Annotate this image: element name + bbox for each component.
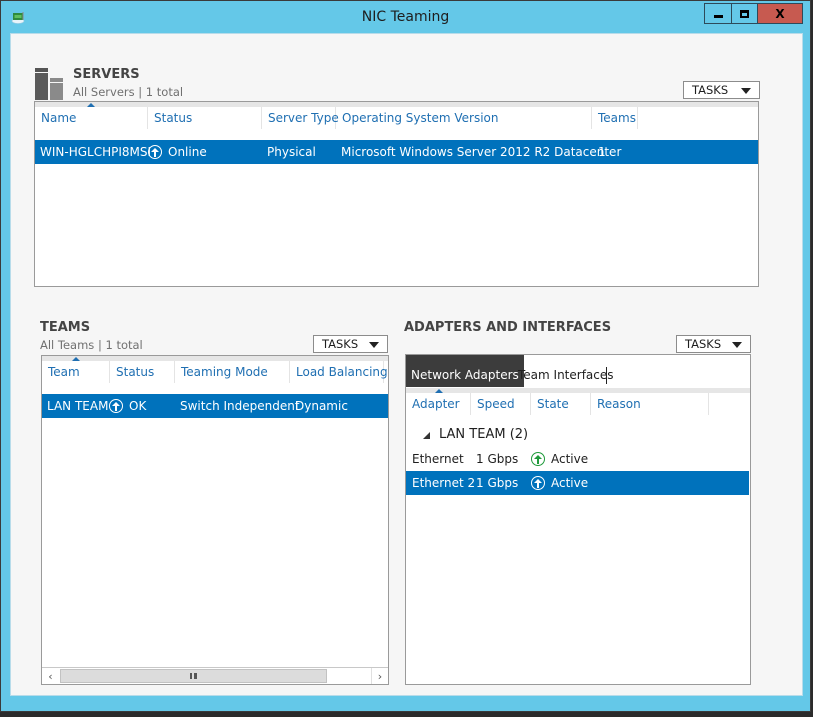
adapters-panel: Network Adapters Team Interfaces Adapter… [405, 354, 751, 685]
team-load-balancing: Dynamic [295, 399, 348, 413]
adapters-header-row: Adapter Speed State Reason [406, 388, 750, 415]
maximize-button[interactable] [731, 3, 758, 24]
client-area: SERVERS All Servers | 1 total TASKS Name… [10, 33, 803, 696]
team-row[interactable]: LAN TEAM OK Switch Independent Dynamic [42, 394, 388, 418]
tasks-label: TASKS [692, 83, 729, 97]
minimize-icon [713, 14, 723, 18]
server-teams-count: 1 [598, 145, 606, 159]
column-header-name[interactable]: Name [35, 103, 148, 129]
column-header-server-type[interactable]: Server Type [262, 107, 339, 129]
adapter-speed: 1 Gbps [476, 452, 519, 466]
teams-title: TEAMS [40, 320, 91, 335]
servers-table: Name Status Server Type Operating System… [34, 101, 759, 287]
teams-subtitle: All Teams | 1 total [40, 338, 143, 352]
column-header-os-version[interactable]: Operating System Version [336, 107, 592, 129]
scroll-right-button[interactable]: › [371, 668, 388, 684]
chevron-down-icon [741, 88, 751, 94]
scroll-thumb[interactable] [60, 669, 327, 683]
chevron-down-icon [732, 342, 742, 348]
column-header-teams[interactable]: Teams [592, 107, 638, 129]
teams-tasks-button[interactable]: TASKS [313, 335, 388, 353]
server-status: Online [148, 140, 207, 164]
column-header-status[interactable]: Status [110, 361, 175, 383]
expand-collapse-icon[interactable] [423, 432, 430, 439]
sort-ascending-icon [435, 389, 443, 393]
sort-ascending-icon [72, 357, 80, 361]
team-status: OK [109, 394, 146, 418]
servers-tasks-button[interactable]: TASKS [683, 81, 760, 99]
team-name: LAN TEAM [47, 399, 109, 413]
servers-subtitle: All Servers | 1 total [73, 85, 184, 99]
servers-title: SERVERS [73, 67, 140, 82]
window-title: NIC Teaming [361, 9, 450, 25]
adapter-name: Ethernet 2 [412, 476, 476, 490]
up-arrow-circle-icon [531, 476, 545, 490]
tasks-label: TASKS [685, 337, 722, 351]
teams-table: Team Status Teaming Mode Load Balancing … [41, 355, 389, 685]
adapters-title: ADAPTERS AND INTERFACES [404, 320, 612, 335]
nic-teaming-window: NIC Teaming X SERVERS All Servers | 1 to… [0, 0, 811, 712]
scroll-left-button[interactable]: ‹ [42, 668, 59, 684]
up-arrow-circle-icon [148, 145, 162, 159]
tab-network-adapters[interactable]: Network Adapters [406, 355, 524, 387]
server-type: Physical [267, 145, 316, 159]
column-header-team[interactable]: Team [42, 357, 110, 383]
chevron-down-icon [369, 342, 379, 348]
adapters-tasks-button[interactable]: TASKS [676, 335, 751, 353]
teams-horizontal-scrollbar[interactable]: ‹ › [42, 667, 388, 684]
group-label: LAN TEAM (2) [439, 427, 529, 442]
adapter-row[interactable]: Ethernet 2 1 Gbps Active [406, 471, 749, 495]
maximize-icon [740, 9, 749, 18]
column-header-speed[interactable]: Speed [471, 393, 531, 415]
server-os-version: Microsoft Windows Server 2012 R2 Datacen… [341, 145, 622, 159]
title-bar[interactable]: NIC Teaming X [1, 1, 810, 33]
column-header-status[interactable]: Status [148, 107, 262, 129]
tasks-label: TASKS [322, 337, 359, 351]
close-button[interactable]: X [757, 3, 803, 24]
close-icon: X [775, 6, 785, 21]
adapter-state: Active [531, 471, 588, 495]
minimize-button[interactable] [704, 3, 732, 24]
column-header-adapter[interactable]: Adapter [406, 389, 471, 415]
team-teaming-mode: Switch Independent [180, 399, 300, 413]
server-row[interactable]: WIN-HGLCHPI8MSI Online Physical Microsof… [35, 140, 758, 164]
sort-ascending-icon [87, 103, 95, 107]
adapter-speed: 1 Gbps [476, 476, 519, 490]
up-arrow-circle-icon [109, 399, 123, 413]
servers-icon [35, 68, 63, 100]
column-header-load-balancing[interactable]: Load Balancing [290, 361, 388, 383]
adapter-name: Ethernet [412, 452, 464, 466]
tab-team-interfaces[interactable]: Team Interfaces [513, 355, 619, 387]
grip-icon [190, 673, 197, 679]
chevron-right-icon: › [377, 669, 383, 683]
servers-header-row: Name Status Server Type Operating System… [35, 102, 758, 129]
text-cursor [606, 367, 607, 384]
column-header-teaming-mode[interactable]: Teaming Mode [175, 361, 290, 383]
teams-header-row: Team Status Teaming Mode Load Balancing [42, 356, 388, 383]
up-arrow-circle-icon [531, 452, 545, 466]
chevron-left-icon: ‹ [48, 669, 53, 683]
adapter-group-row[interactable]: LAN TEAM (2) [406, 423, 750, 447]
column-header-state[interactable]: State [531, 393, 591, 415]
column-header-reason[interactable]: Reason [591, 393, 709, 415]
adapter-row[interactable]: Ethernet 1 Gbps Active [406, 447, 750, 471]
adapter-state: Active [531, 447, 588, 471]
server-name: WIN-HGLCHPI8MSI [40, 145, 152, 159]
adapters-tabstrip: Network Adapters Team Interfaces [406, 355, 750, 387]
